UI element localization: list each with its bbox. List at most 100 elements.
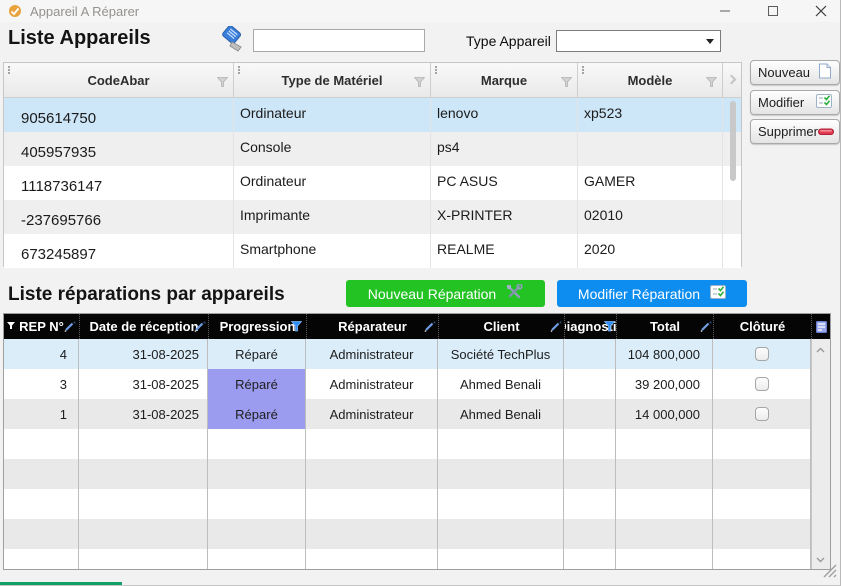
column-chooser-icon	[816, 321, 827, 333]
edit-pen-icon	[424, 320, 436, 332]
column-header-reparateur[interactable]: Réparateur	[306, 314, 438, 339]
title-bar[interactable]: Appareil A Réparer	[0, 0, 840, 22]
edit-pen-icon	[194, 320, 206, 332]
column-header-date[interactable]: Date de réception	[79, 314, 208, 339]
table-row[interactable]: 405957935 Console ps4	[4, 132, 741, 166]
type-appareil-select[interactable]	[556, 30, 721, 52]
cloture-checkbox[interactable]	[755, 377, 769, 391]
table-row[interactable]: 3 31-08-2025 Réparé Administrateur Ahmed…	[4, 369, 830, 399]
table-row-empty	[4, 519, 830, 549]
drag-handle-icon	[8, 66, 10, 74]
cell-date: 31-08-2025	[79, 339, 208, 369]
nouveau-button[interactable]: Nouveau	[750, 60, 840, 85]
cell-date: 31-08-2025	[79, 399, 208, 429]
cloture-checkbox[interactable]	[755, 407, 769, 421]
filter-icon[interactable]	[414, 75, 425, 90]
barcode-scanner-icon	[219, 26, 249, 58]
edit-pen-icon	[550, 320, 562, 332]
cell-marque: X-PRINTER	[431, 200, 578, 234]
filter-icon[interactable]	[561, 75, 572, 90]
column-header-modele[interactable]: Modèle	[578, 63, 723, 97]
cell-progression: Réparé	[208, 339, 306, 369]
supprimer-button[interactable]: Supprimer	[750, 119, 840, 144]
vertical-scrollbar[interactable]	[730, 101, 736, 181]
cell-type: Smartphone	[234, 234, 431, 268]
column-chooser[interactable]	[811, 314, 830, 339]
cell-reparateur: Administrateur	[306, 339, 438, 369]
table-row[interactable]: -237695766 Imprimante X-PRINTER 02010	[4, 200, 741, 234]
table-row[interactable]: 4 31-08-2025 Réparé Administrateur Socié…	[4, 339, 830, 369]
cell-client: Ahmed Benali	[438, 369, 564, 399]
table-row[interactable]: 1118736147 Ordinateur PC ASUS GAMER	[4, 166, 741, 200]
filter-icon	[7, 322, 15, 330]
cell-rep: 1	[4, 399, 79, 429]
cell-diagnostic	[564, 369, 616, 399]
filter-icon[interactable]	[217, 75, 228, 90]
cell-marque: PC ASUS	[431, 166, 578, 200]
column-header-progression[interactable]: Progression	[208, 314, 306, 339]
cell-diagnostic	[564, 399, 616, 429]
cell-total: 14 000,000	[616, 399, 713, 429]
table-row[interactable]: 1 31-08-2025 Réparé Administrateur Ahmed…	[4, 399, 830, 429]
minimize-button[interactable]	[708, 0, 742, 22]
cell-marque: ps4	[431, 132, 578, 166]
chevron-right-icon	[727, 75, 737, 85]
cell-type: Console	[234, 132, 431, 166]
maximize-button[interactable]	[756, 0, 790, 22]
cell-total: 39 200,000	[616, 369, 713, 399]
cell-reparateur: Administrateur	[306, 399, 438, 429]
app-window: Appareil A Réparer Liste Appareils Type …	[0, 0, 841, 586]
appareils-table: CodeAbar Type de Matériel Marque	[3, 62, 742, 267]
column-header-type-materiel[interactable]: Type de Matériel	[234, 63, 431, 97]
scroll-up-icon	[816, 346, 825, 355]
reparations-table-header: REP N° Date de réception Progression Rép…	[4, 314, 830, 339]
column-header-diagnostic[interactable]: Diagnostic	[564, 314, 616, 339]
cell-client: Société TechPlus	[438, 339, 564, 369]
cell-marque: lenovo	[431, 98, 578, 132]
filter-icon[interactable]	[706, 75, 717, 90]
cell-progression: Réparé	[208, 369, 306, 399]
cell-marque: REALME	[431, 234, 578, 268]
page-title-appareils: Liste Appareils	[8, 27, 151, 50]
cell-modele: 2020	[578, 234, 723, 268]
column-header-rep[interactable]: REP N°	[4, 314, 79, 339]
cell-codeabar: 905614750	[4, 98, 234, 132]
column-header-marque[interactable]: Marque	[431, 63, 578, 97]
cell-type: Ordinateur	[234, 98, 431, 132]
table-row[interactable]: 905614750 Ordinateur lenovo xp523	[4, 98, 741, 132]
cell-total: 104 800,000	[616, 339, 713, 369]
modifier-reparation-button[interactable]: Modifier Réparation	[557, 280, 747, 307]
reparations-table: REP N° Date de réception Progression Rép…	[3, 313, 831, 570]
cell-codeabar: 1118736147	[4, 166, 234, 200]
cell-progression: Réparé	[208, 399, 306, 429]
vertical-scrollbar[interactable]	[811, 339, 830, 570]
column-header-total[interactable]: Total	[616, 314, 713, 339]
cell-type: Imprimante	[234, 200, 431, 234]
table-row[interactable]: 673245897 Smartphone REALME 2020	[4, 234, 741, 268]
checklist-icon	[816, 94, 832, 111]
resize-grip[interactable]	[823, 564, 837, 583]
column-header-cloture[interactable]: Clôturé	[713, 314, 811, 339]
new-document-icon	[818, 63, 832, 82]
cell-diagnostic	[564, 339, 616, 369]
reparations-table-body: 4 31-08-2025 Réparé Administrateur Socié…	[4, 339, 830, 570]
filter-active-icon	[604, 321, 615, 332]
drag-handle-icon	[582, 66, 584, 74]
column-header-codeabar[interactable]: CodeAbar	[4, 63, 234, 97]
close-button[interactable]	[804, 0, 838, 22]
modifier-button[interactable]: Modifier	[750, 90, 840, 115]
delete-minus-icon	[818, 124, 834, 139]
column-header-client[interactable]: Client	[438, 314, 564, 339]
scroll-down-icon	[816, 555, 825, 564]
cell-modele	[578, 132, 723, 166]
cell-modele: xp523	[578, 98, 723, 132]
search-input[interactable]	[253, 29, 425, 52]
column-header-expand[interactable]	[723, 63, 741, 97]
cloture-checkbox[interactable]	[755, 347, 769, 361]
nouveau-reparation-button[interactable]: Nouveau Réparation	[346, 280, 545, 307]
drag-handle-icon	[435, 66, 437, 74]
cell-type: Ordinateur	[234, 166, 431, 200]
cell-codeabar: 405957935	[4, 132, 234, 166]
table-row-empty	[4, 489, 830, 519]
cell-rep: 4	[4, 339, 79, 369]
